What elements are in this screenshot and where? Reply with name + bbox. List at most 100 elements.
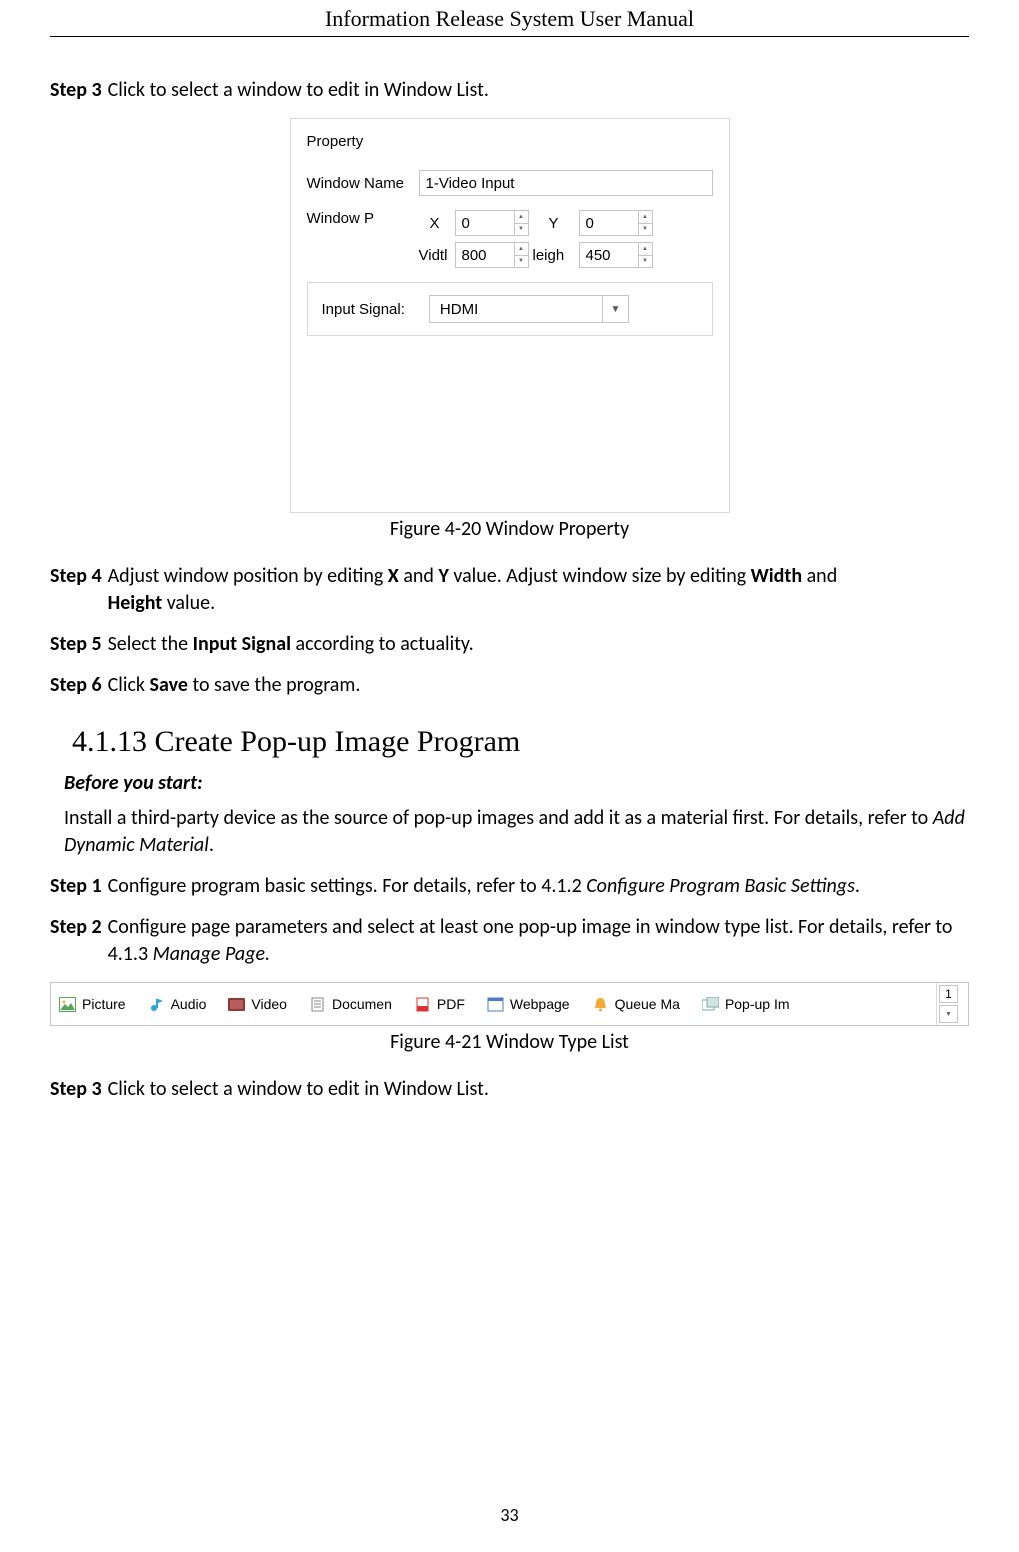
text: value. <box>162 591 215 615</box>
text: Install a third-party device as the sour… <box>64 806 933 830</box>
toolbar-label: Queue Ma <box>615 996 680 1012</box>
text: Configure program basic settings. For de… <box>108 874 587 898</box>
input-signal-value: HDMI <box>430 296 602 322</box>
step-label: Step 3 <box>50 1076 102 1103</box>
step-label: Step 2 <box>50 914 102 968</box>
height-spinner-up-icon[interactable]: ▲ <box>639 243 652 256</box>
header-rule <box>50 36 969 37</box>
pdf-icon <box>414 997 431 1012</box>
property-heading: Property <box>307 133 713 150</box>
step-1: Step 1 Configure program basic settings.… <box>50 873 969 900</box>
video-icon <box>228 997 245 1012</box>
width-input[interactable]: 800 ▲ ▼ <box>455 242 529 268</box>
height-label: leigh <box>533 247 575 264</box>
toolbar-label: Audio <box>171 996 207 1012</box>
text: according to actuality. <box>291 632 474 656</box>
audio-icon <box>148 997 165 1012</box>
page-header-title: Information Release System User Manual <box>50 0 969 36</box>
window-type-toolbar: Picture Audio Video Documen PDF <box>50 982 969 1026</box>
section-heading: 4.1.13 Create Pop-up Image Program <box>72 725 969 759</box>
step-label: Step 4 <box>50 563 102 617</box>
toolbar-label: Video <box>251 996 287 1012</box>
figure-4-21-caption: Figure 4-21 Window Type List <box>50 1030 969 1054</box>
height-input[interactable]: 450 ▲ ▼ <box>579 242 653 268</box>
text-bold: Y <box>438 564 448 588</box>
window-count-input[interactable]: 1 <box>939 985 958 1003</box>
y-spinner-down-icon[interactable]: ▼ <box>639 224 652 236</box>
count-spinner-down-icon[interactable]: ▼ <box>939 1005 958 1023</box>
bell-icon <box>592 997 609 1012</box>
toolbar-label: Webpage <box>510 996 570 1012</box>
toolbar-item-document[interactable]: Documen <box>309 996 392 1012</box>
toolbar-label: Picture <box>82 996 126 1012</box>
step-3b: Step 3 Click to select a window to edit … <box>50 1076 969 1103</box>
input-signal-subpanel: Input Signal: HDMI ▼ <box>307 282 713 336</box>
text: and <box>802 564 837 588</box>
toolbar-item-audio[interactable]: Audio <box>148 996 207 1012</box>
text: Adjust window position by editing <box>108 564 388 588</box>
text-bold: Input Signal <box>193 632 291 656</box>
text: and <box>399 564 439 588</box>
webpage-icon <box>487 997 504 1012</box>
text-italic: Manage Page. <box>153 942 270 966</box>
width-spinner-up-icon[interactable]: ▲ <box>515 243 528 256</box>
window-name-input[interactable]: 1-Video Input <box>419 170 713 196</box>
step-text: Click to select a window to edit in Wind… <box>108 77 489 104</box>
step-4: Step 4 Adjust window position by editing… <box>50 563 969 617</box>
x-input[interactable]: 0 ▲ ▼ <box>455 210 529 236</box>
popup-image-icon <box>702 997 719 1012</box>
text: . <box>209 833 214 857</box>
text: Select the <box>108 632 193 656</box>
height-spinner-down-icon[interactable]: ▼ <box>639 256 652 268</box>
step-3a: Step 3 Click to select a window to edit … <box>50 77 969 104</box>
y-label: Y <box>533 215 575 232</box>
picture-icon <box>59 997 76 1012</box>
step-label: Step 6 <box>50 672 102 699</box>
toolbar-item-webpage[interactable]: Webpage <box>487 996 570 1012</box>
height-value[interactable]: 450 <box>580 243 638 267</box>
page-number: 33 <box>0 1504 1019 1526</box>
text: to save the program. <box>188 673 360 697</box>
window-name-label: Window Name <box>307 175 409 192</box>
width-spinner-down-icon[interactable]: ▼ <box>515 256 528 268</box>
step-label: Step 5 <box>50 631 102 658</box>
figure-4-20-caption: Figure 4-20 Window Property <box>50 517 969 541</box>
toolbar-item-picture[interactable]: Picture <box>59 996 126 1012</box>
step-5: Step 5 Select the Input Signal according… <box>50 631 969 658</box>
document-icon <box>309 997 326 1012</box>
property-panel: Property Window Name 1-Video Input Windo… <box>290 118 730 513</box>
x-label: X <box>419 215 451 232</box>
text: value. Adjust window size by editing <box>449 564 751 588</box>
toolbar-item-queue[interactable]: Queue Ma <box>592 996 680 1012</box>
text: Click <box>108 673 150 697</box>
dropdown-caret-icon[interactable]: ▼ <box>602 296 628 322</box>
x-spinner-down-icon[interactable]: ▼ <box>515 224 528 236</box>
text-bold: Width <box>751 564 802 588</box>
input-signal-select[interactable]: HDMI ▼ <box>429 295 629 323</box>
y-value[interactable]: 0 <box>580 211 638 235</box>
step-label: Step 3 <box>50 77 102 104</box>
width-value[interactable]: 800 <box>456 243 514 267</box>
step-2: Step 2 Configure page parameters and sel… <box>50 914 969 968</box>
before-you-start-label: Before you start: <box>64 771 969 795</box>
text-italic: Configure Program Basic Settings <box>586 874 855 898</box>
step-text: Click to select a window to edit in Wind… <box>108 1076 489 1103</box>
y-spinner-up-icon[interactable]: ▲ <box>639 211 652 224</box>
before-you-start-text: Install a third-party device as the sour… <box>64 805 969 859</box>
toolbar-label: PDF <box>437 996 465 1012</box>
toolbar-label: Documen <box>332 996 392 1012</box>
text: . <box>855 874 860 898</box>
x-value[interactable]: 0 <box>456 211 514 235</box>
toolbar-item-pdf[interactable]: PDF <box>414 996 465 1012</box>
x-spinner-up-icon[interactable]: ▲ <box>515 211 528 224</box>
text-bold: X <box>388 564 399 588</box>
toolbar-item-popup-image[interactable]: Pop-up Im <box>702 996 790 1012</box>
input-signal-label: Input Signal: <box>322 301 405 318</box>
toolbar-label: Pop-up Im <box>725 996 790 1012</box>
text-bold: Height <box>108 591 163 615</box>
step-label: Step 1 <box>50 873 102 900</box>
text-bold: Save <box>150 673 188 697</box>
toolbar-item-video[interactable]: Video <box>228 996 287 1012</box>
step-6: Step 6 Click Save to save the program. <box>50 672 969 699</box>
y-input[interactable]: 0 ▲ ▼ <box>579 210 653 236</box>
